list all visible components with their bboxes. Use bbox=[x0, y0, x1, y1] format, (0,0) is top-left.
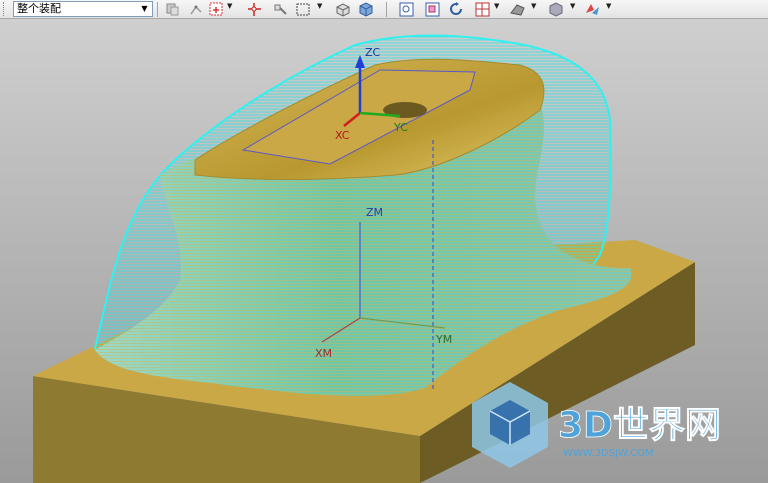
graphics-viewport[interactable]: ZC YC XC ZM YM XM 3D世界网 WWW.3DSJW.COM bbox=[0, 19, 768, 483]
box-select-dropdown-icon[interactable]: ▼ bbox=[317, 2, 322, 10]
rotate-icon[interactable] bbox=[448, 1, 465, 18]
yc-axis-label: YC bbox=[393, 121, 408, 134]
point-cross-icon[interactable] bbox=[246, 1, 263, 18]
toolbar-separator bbox=[386, 2, 387, 17]
ym-axis-label: YM bbox=[435, 333, 452, 346]
render-style-dropdown-icon[interactable]: ▼ bbox=[531, 2, 536, 10]
point-add-dropdown-icon[interactable]: ▼ bbox=[227, 2, 232, 10]
layer-grid-dropdown-icon[interactable]: ▼ bbox=[494, 2, 499, 10]
toolbar-separator bbox=[157, 2, 158, 17]
view-cube-icon[interactable] bbox=[334, 1, 351, 18]
zc-axis-label: ZC bbox=[365, 46, 381, 59]
type-filter-select[interactable]: 整个装配 ▼ bbox=[13, 1, 153, 17]
component-filter-icon[interactable] bbox=[164, 1, 181, 18]
zm-axis-label: ZM bbox=[366, 206, 383, 219]
shading-dropdown-icon[interactable]: ▼ bbox=[570, 2, 575, 10]
key-pin-icon[interactable] bbox=[272, 1, 289, 18]
orient-dropdown-icon[interactable]: ▼ bbox=[606, 2, 611, 10]
zoom-icon[interactable] bbox=[424, 1, 441, 18]
render-style-icon[interactable] bbox=[509, 1, 526, 18]
snap-point-icon[interactable] bbox=[188, 1, 205, 18]
fit-view-icon[interactable] bbox=[398, 1, 415, 18]
xm-axis-label: XM bbox=[315, 347, 332, 360]
point-add-icon[interactable] bbox=[208, 1, 225, 18]
main-toolbar: 整个装配 ▼ ▼ ▼ ▼ ▼ ▼ ▼ bbox=[0, 0, 768, 19]
layer-grid-icon[interactable] bbox=[474, 1, 491, 18]
solid-cube-icon[interactable] bbox=[357, 1, 374, 18]
orient-icon[interactable] bbox=[584, 1, 601, 18]
type-filter-value: 整个装配 bbox=[17, 2, 61, 15]
box-select-icon[interactable] bbox=[295, 1, 312, 18]
chevron-down-icon[interactable]: ▼ bbox=[138, 2, 151, 16]
toolbar-grip[interactable] bbox=[3, 2, 8, 16]
shading-icon[interactable] bbox=[547, 1, 564, 18]
watermark-brand: 3D世界网 bbox=[558, 405, 721, 446]
xc-axis-label: XC bbox=[335, 129, 350, 142]
watermark-url: WWW.3DSJW.COM bbox=[563, 448, 653, 459]
model-canvas[interactable]: ZC YC XC ZM YM XM 3D世界网 WWW.3DSJW.COM bbox=[0, 19, 768, 483]
